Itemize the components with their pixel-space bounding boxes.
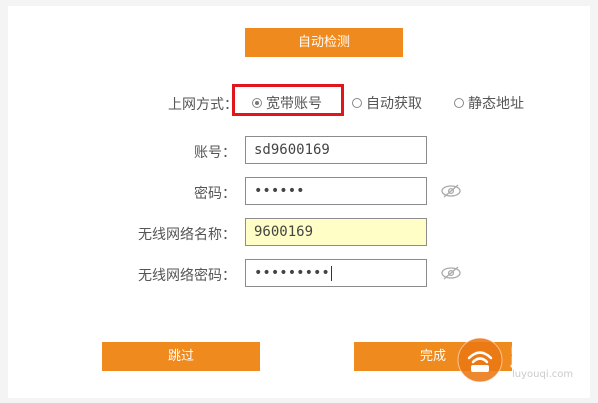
wifi-password-label: 无线网络密码： [138, 268, 236, 284]
watermark-subtext: luyouqi.com [512, 369, 574, 380]
wifi-password-input[interactable]: ••••••••• [245, 259, 427, 287]
radio-static[interactable]: 静态地址 [454, 90, 524, 118]
text-caret [330, 265, 332, 281]
radio-unchecked-icon[interactable] [352, 98, 362, 108]
radio-dhcp-label: 自动获取 [366, 96, 422, 112]
account-input[interactable]: sd9600169 [245, 136, 427, 164]
radio-dhcp[interactable]: 自动获取 [352, 90, 422, 118]
wifi-name-label: 无线网络名称： [138, 227, 236, 243]
auto-detect-button[interactable]: 自动检测 [245, 28, 403, 57]
eye-slash-icon[interactable] [440, 266, 462, 280]
radio-static-label: 静态地址 [468, 96, 524, 112]
skip-button[interactable]: 跳过 [102, 342, 260, 371]
account-label: 账号： [194, 145, 236, 161]
watermark-text: 路由器 [510, 344, 585, 372]
password-label: 密码： [194, 186, 236, 202]
watermark: 路由器 luyouqi.com [450, 334, 585, 386]
password-input[interactable]: •••••• [245, 177, 427, 205]
connection-type-label: 上网方式： [168, 97, 238, 113]
highlight-box [232, 84, 344, 116]
wifi-name-input[interactable]: 9600169 [245, 218, 427, 246]
router-icon [457, 337, 503, 383]
wifi-password-value: ••••••••• [254, 265, 330, 281]
eye-slash-icon[interactable] [440, 184, 462, 198]
radio-unchecked-icon[interactable] [454, 98, 464, 108]
